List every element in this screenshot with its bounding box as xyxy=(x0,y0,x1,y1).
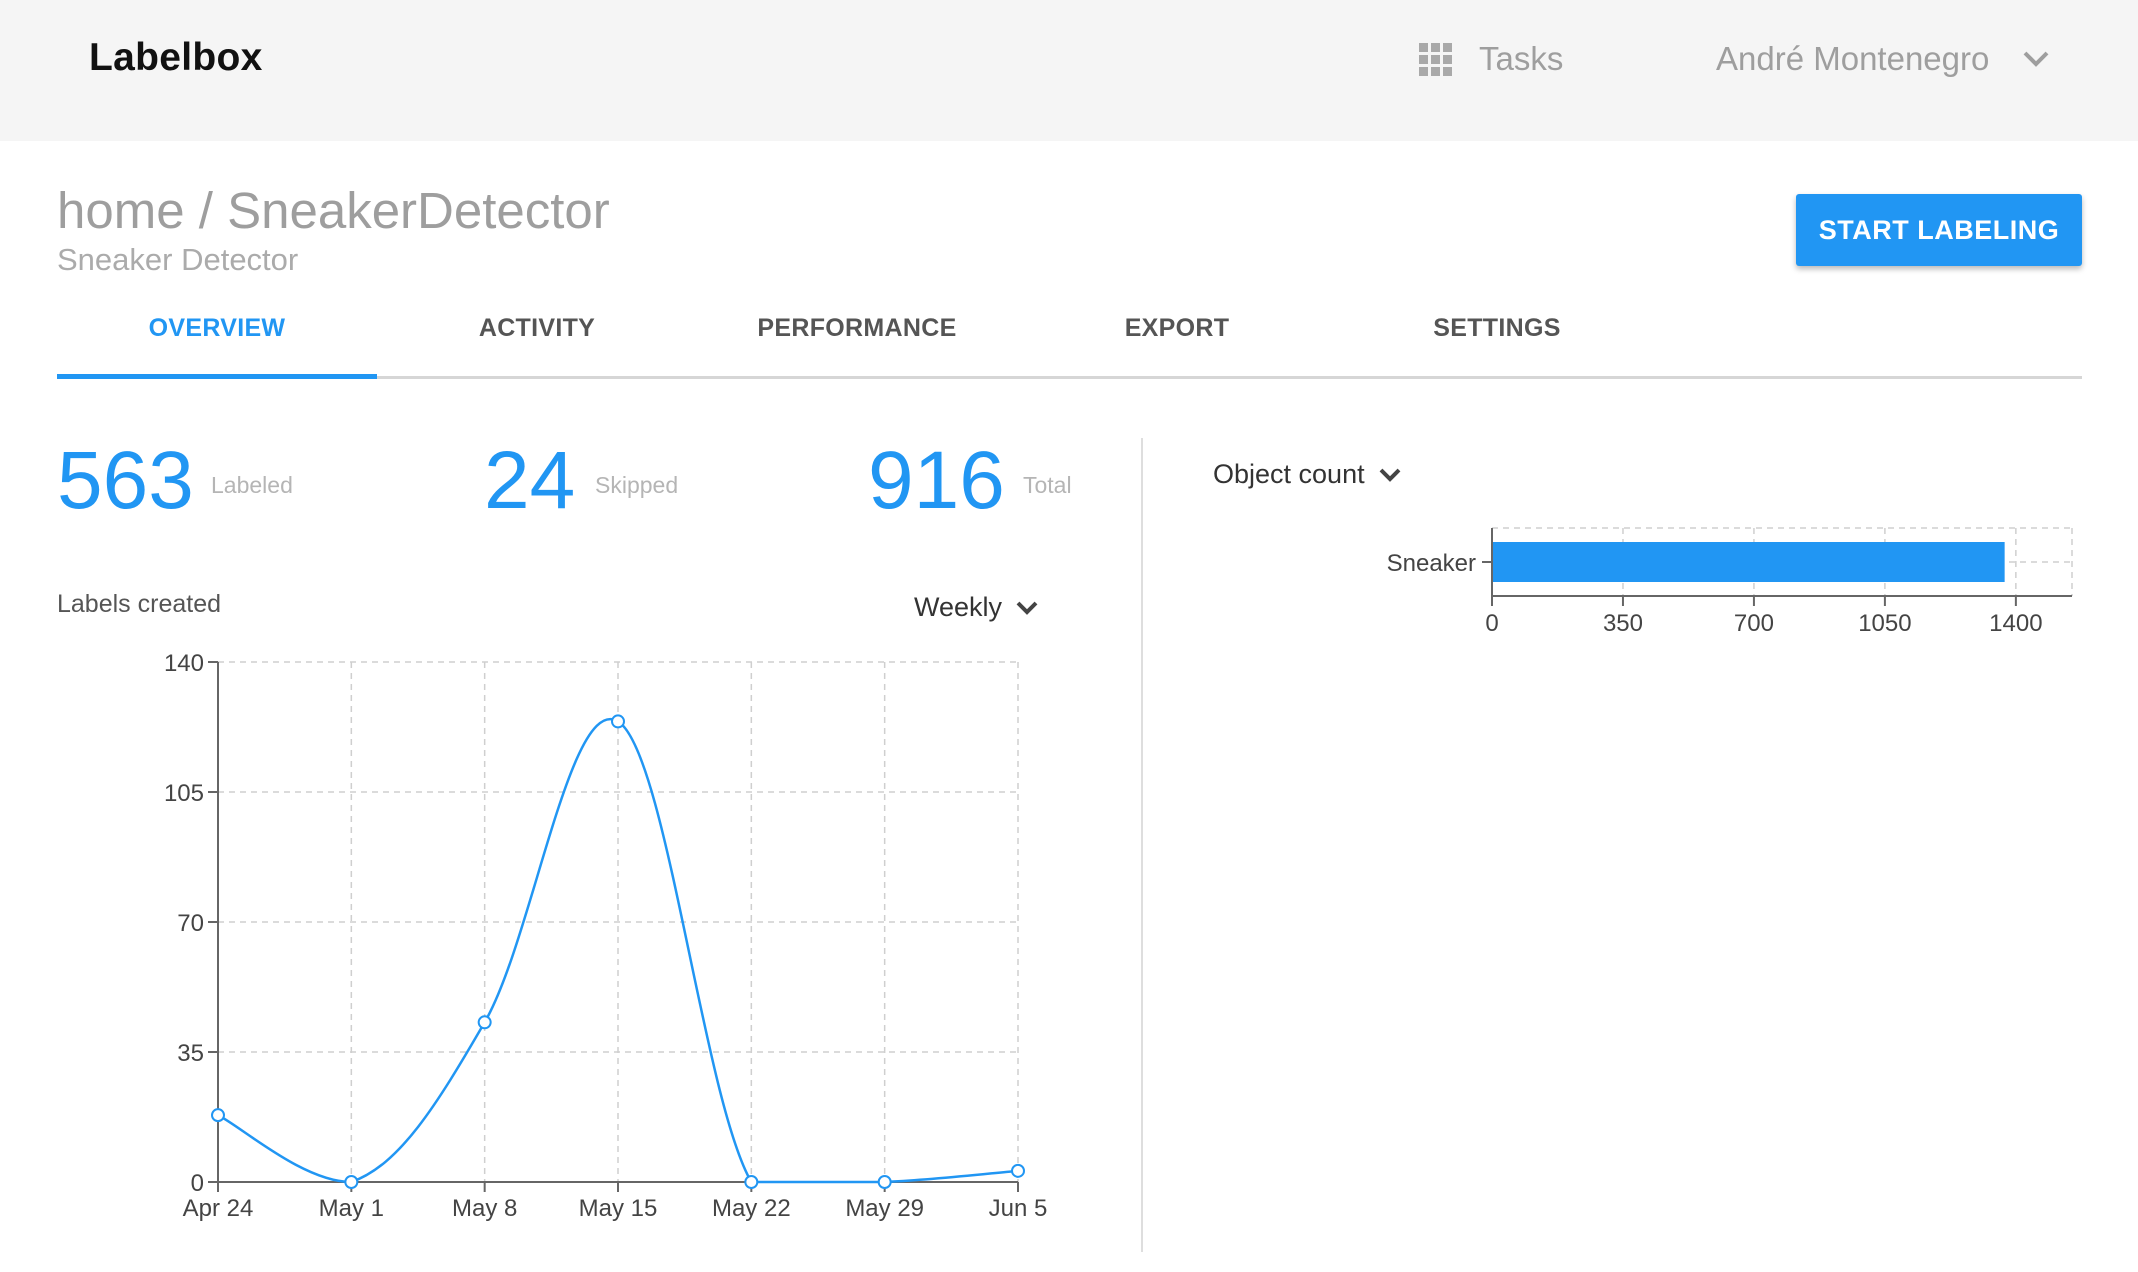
stat-skipped-label: Skipped xyxy=(595,472,679,498)
tab-performance[interactable]: PERFORMANCE xyxy=(697,300,1017,376)
bar xyxy=(1492,542,2005,582)
object-count-label: Object count xyxy=(1213,459,1365,489)
tab-settings[interactable]: SETTINGS xyxy=(1337,300,1657,376)
tab-overview[interactable]: OVERVIEW xyxy=(57,300,377,379)
object-count-bar-chart: Sneaker 0 350 700 1050 1400 xyxy=(1387,527,2073,637)
project-subtitle: Sneaker Detector xyxy=(57,242,299,277)
x-tick-label: May 22 xyxy=(712,1195,791,1222)
tasks-label: Tasks xyxy=(1479,40,1564,77)
stat-total-label: Total xyxy=(1023,472,1072,498)
panel-divider xyxy=(1141,438,1143,1252)
brand-logo[interactable]: Labelbox xyxy=(89,30,263,86)
tasks-menu[interactable]: Tasks xyxy=(1419,34,1563,84)
data-point xyxy=(611,714,625,729)
x-tick-label: Apr 24 xyxy=(183,1195,254,1222)
y-tick-label: 105 xyxy=(164,780,204,807)
data-point xyxy=(877,1175,892,1189)
x-tick-label: May 8 xyxy=(452,1195,517,1222)
labels-line-chart: 0 35 70 105 140 Apr 24 May 1 May 8 May 15 May 22 M… xyxy=(164,650,1048,1222)
x-tick-label: 1400 xyxy=(1989,610,2042,637)
x-tick-label: 1050 xyxy=(1858,610,1911,637)
tab-activity[interactable]: ACTIVITY xyxy=(377,300,697,376)
x-tick-label: May 1 xyxy=(319,1195,384,1222)
apps-grid-icon xyxy=(1419,42,1452,76)
x-tick-label: 700 xyxy=(1734,610,1774,637)
category-label: Sneaker xyxy=(1387,550,1476,577)
y-tick-label: 70 xyxy=(177,910,204,937)
y-tick-label: 140 xyxy=(164,650,204,677)
stat-labeled: 563 Labeled xyxy=(57,435,293,526)
x-tick-label: May 15 xyxy=(579,1195,658,1222)
data-point xyxy=(477,1015,492,1030)
data-point xyxy=(744,1175,759,1189)
data-point xyxy=(344,1175,359,1189)
stat-skipped-value: 24 xyxy=(484,435,576,526)
tab-bar: OVERVIEW ACTIVITY PERFORMANCE EXPORT SET… xyxy=(57,300,2082,379)
chevron-down-icon xyxy=(1016,601,1038,615)
top-bar: Labelbox Tasks André Montenegro xyxy=(0,0,2138,141)
breadcrumb: home / SneakerDetector xyxy=(57,182,610,239)
stat-total-value: 916 xyxy=(868,435,1005,526)
object-count-dropdown[interactable]: Object count xyxy=(1213,459,1403,490)
y-tick-label: 35 xyxy=(177,1040,204,1067)
x-tick-label: May 29 xyxy=(845,1195,924,1222)
data-point xyxy=(211,1108,225,1123)
x-tick-label: Jun 5 xyxy=(989,1195,1048,1222)
stat-skipped: 24 Skipped xyxy=(484,435,678,526)
chevron-down-icon xyxy=(1379,468,1401,482)
stat-labeled-label: Labeled xyxy=(211,472,293,498)
x-tick-label: 0 xyxy=(1485,610,1498,637)
tab-export[interactable]: EXPORT xyxy=(1017,300,1337,376)
user-name: André Montenegro xyxy=(1716,40,1990,77)
data-point xyxy=(1011,1163,1025,1178)
stat-labeled-value: 563 xyxy=(57,435,194,526)
chevron-down-icon xyxy=(2023,51,2049,67)
stat-total: 916 Total xyxy=(868,435,1072,526)
x-tick-label: 350 xyxy=(1603,610,1643,637)
y-tick-label: 0 xyxy=(191,1170,204,1197)
period-dropdown[interactable]: Weekly xyxy=(914,592,1040,623)
labels-created-title: Labels created xyxy=(57,590,222,618)
period-dropdown-label: Weekly xyxy=(914,592,1003,622)
start-labeling-button[interactable]: START LABELING xyxy=(1796,194,2082,266)
user-menu[interactable]: André Montenegro xyxy=(1716,34,2051,84)
